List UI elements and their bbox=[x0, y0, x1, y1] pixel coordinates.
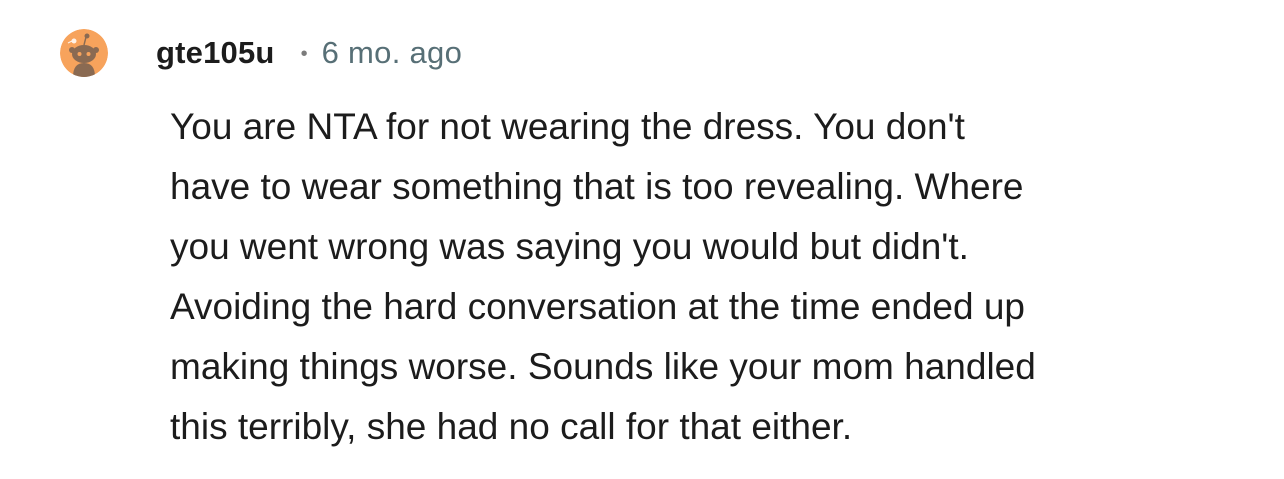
comment-body-line: have to wear something that is too revea… bbox=[170, 166, 1024, 207]
comment-body-line: you went wrong was saying you would but … bbox=[170, 226, 969, 267]
comment-body-line: making things worse. Sounds like your mo… bbox=[170, 346, 1036, 387]
username-link[interactable]: gte105u bbox=[156, 35, 275, 71]
comment-meta: gte105u • 6 mo. ago bbox=[156, 30, 462, 76]
user-avatar-icon[interactable] bbox=[60, 29, 108, 77]
comment-body: You are NTA for not wearing the dress. Y… bbox=[170, 97, 1250, 457]
comment-body-line: this terribly, she had no call for that … bbox=[170, 406, 853, 447]
comment-body-line: You are NTA for not wearing the dress. Y… bbox=[170, 106, 965, 147]
reddit-snoo-avatar-icon bbox=[60, 29, 108, 77]
comment: gte105u • 6 mo. ago You are NTA for not … bbox=[0, 0, 1284, 479]
comment-timestamp[interactable]: 6 mo. ago bbox=[322, 35, 463, 71]
meta-separator: • bbox=[300, 42, 308, 65]
comment-body-line: Avoiding the hard conversation at the ti… bbox=[170, 286, 1026, 327]
